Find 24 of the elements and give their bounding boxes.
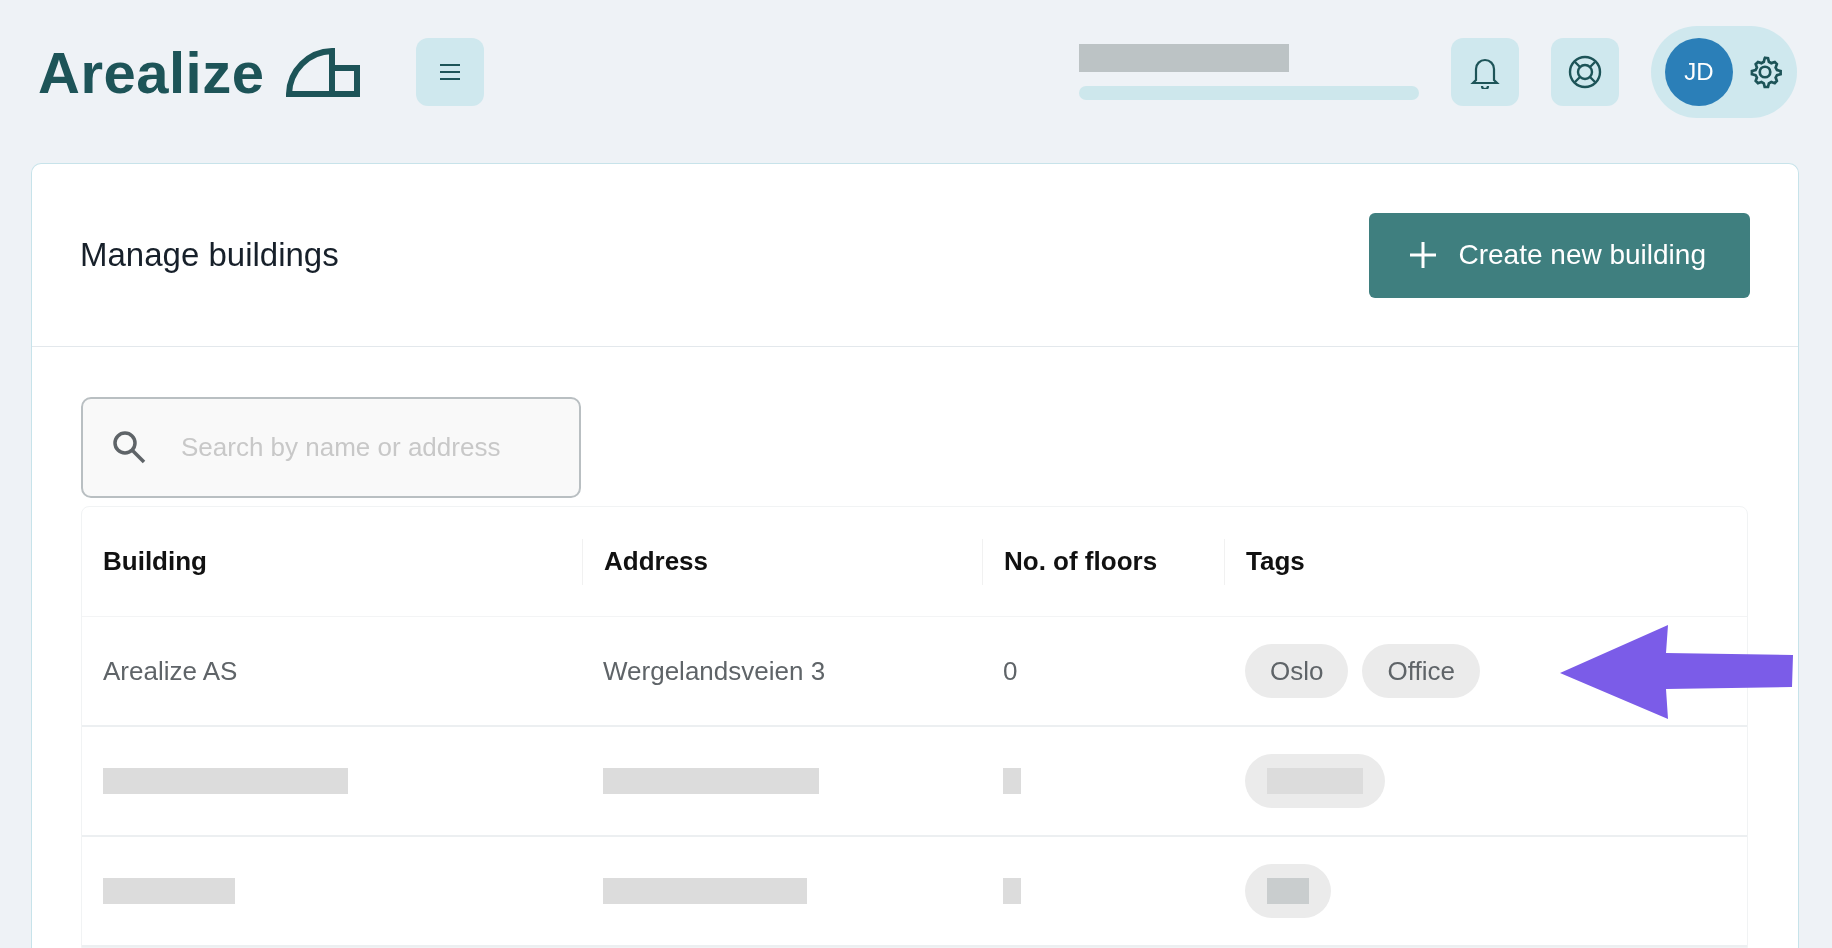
menu-button[interactable]: [416, 38, 485, 106]
page-title: Manage buildings: [80, 236, 339, 274]
redacted-text: [1003, 878, 1021, 904]
column-header: No. of floors: [982, 538, 1224, 585]
column-header: Tags: [1224, 538, 1747, 585]
create-building-button[interactable]: Create new building: [1368, 212, 1750, 298]
avatar[interactable]: JD: [1665, 38, 1733, 106]
redacted-text: [1003, 768, 1021, 794]
menu-icon: [438, 62, 463, 82]
column-header: Address: [582, 538, 982, 585]
tag: Office: [1362, 644, 1480, 698]
table-cell-text: 0: [1002, 655, 1019, 687]
column-header: Building: [102, 545, 208, 578]
table-cell-text: Wergelandsveien 3: [602, 655, 827, 687]
notifications-button[interactable]: [1451, 38, 1519, 106]
logo-text: Arealize: [38, 38, 265, 106]
table-cell-text: Arealize AS: [102, 655, 239, 687]
search-icon: [111, 429, 147, 465]
lifebuoy-icon: [1567, 54, 1603, 90]
user-menu[interactable]: JD: [1651, 26, 1797, 118]
logo-icon: [286, 47, 361, 97]
help-button[interactable]: [1551, 38, 1619, 106]
plus-icon: [1408, 241, 1437, 269]
tag: Oslo: [1245, 644, 1349, 698]
